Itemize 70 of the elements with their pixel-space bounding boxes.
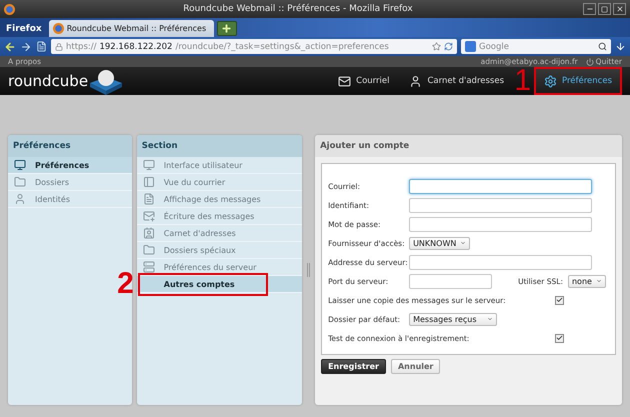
check-icon: [556, 334, 564, 342]
download-icon[interactable]: [615, 41, 626, 52]
list-item[interactable]: Écriture des messages: [136, 208, 302, 225]
item-icon: [142, 210, 155, 222]
nav-tab[interactable]: Courriel: [328, 67, 400, 95]
envelope-icon: [338, 74, 352, 88]
search-field[interactable]: Google: [461, 39, 611, 54]
person-icon: [409, 74, 422, 88]
checkbox[interactable]: [555, 296, 564, 304]
list-item[interactable]: Préférences: [8, 157, 132, 174]
logo-icon: [88, 67, 124, 95]
cancel-button[interactable]: Annuler: [390, 359, 440, 374]
logo: roundcube: [8, 72, 88, 90]
power-icon: [586, 58, 594, 66]
panel-title: Préférences: [8, 135, 132, 157]
nav-tab[interactable]: Carnet d'adresses: [399, 67, 514, 95]
item-icon: [14, 193, 26, 205]
plus-icon: [221, 23, 232, 34]
menu-button[interactable]: Firefox: [2, 20, 46, 37]
list-item[interactable]: Dossiers: [8, 174, 132, 191]
text-field[interactable]: [409, 178, 592, 194]
text-field[interactable]: [409, 254, 592, 270]
list-item[interactable]: Interface utilisateur: [136, 157, 302, 174]
item-icon: [142, 227, 155, 239]
list-item[interactable]: Vue du courrier: [136, 174, 302, 191]
minimize-button[interactable]: [583, 3, 596, 15]
bookmark-icon[interactable]: [36, 41, 47, 52]
check-icon: [556, 296, 564, 304]
star-icon[interactable]: [432, 42, 441, 51]
chevron-icon: [487, 316, 494, 322]
chevron-icon: [460, 240, 466, 246]
search-icon[interactable]: [598, 42, 607, 51]
forward-icon[interactable]: [20, 40, 32, 52]
maximize-button[interactable]: [598, 3, 611, 15]
new-tab-button[interactable]: [216, 21, 237, 36]
list-item[interactable]: Identités: [8, 191, 132, 208]
reload-icon[interactable]: [444, 42, 453, 51]
gear-icon: [544, 74, 557, 88]
window-title: Roundcube Webmail :: Préférences - Mozilla Firefox: [182, 4, 414, 14]
chevron-icon: [596, 278, 602, 284]
dropdown[interactable]: UNKNOWN: [409, 236, 470, 250]
text-field[interactable]: [409, 198, 592, 212]
back-icon[interactable]: [4, 40, 16, 52]
close-icon: [616, 5, 624, 13]
save-button[interactable]: Enregistrer: [321, 359, 386, 374]
item-icon: [142, 159, 155, 171]
annotation-number: 1: [514, 66, 531, 96]
panel-title: Section: [136, 135, 302, 157]
panel-title: Ajouter un compte: [315, 135, 622, 157]
item-icon: [142, 193, 155, 205]
list-item[interactable]: Affichage des messages: [136, 191, 302, 208]
address-bar[interactable]: https:// 192.168.122.202 /roundcube/?_task=settings&_action=preferences: [51, 39, 457, 54]
item-icon: [14, 159, 26, 171]
dropdown[interactable]: Messages reçus: [409, 312, 498, 326]
annotation-number: 2: [117, 269, 134, 299]
lock-icon: [55, 42, 63, 50]
text-field[interactable]: [409, 216, 592, 232]
list-item[interactable]: Carnet d'adresses: [136, 225, 302, 242]
item-icon: [142, 261, 155, 273]
close-button[interactable]: [613, 3, 626, 15]
item-icon: [142, 176, 155, 188]
browser-logo-icon: [4, 4, 15, 14]
item-icon: [142, 244, 155, 256]
browser-tab[interactable]: Roundcube Webmail :: Préférences: [48, 20, 214, 37]
text-field[interactable]: [409, 274, 492, 288]
list-item[interactable]: Dossiers spéciaux: [136, 242, 302, 259]
dropdown[interactable]: none: [568, 274, 606, 288]
maximize-icon: [601, 6, 608, 12]
item-icon: [14, 176, 26, 188]
checkbox[interactable]: [555, 334, 564, 342]
